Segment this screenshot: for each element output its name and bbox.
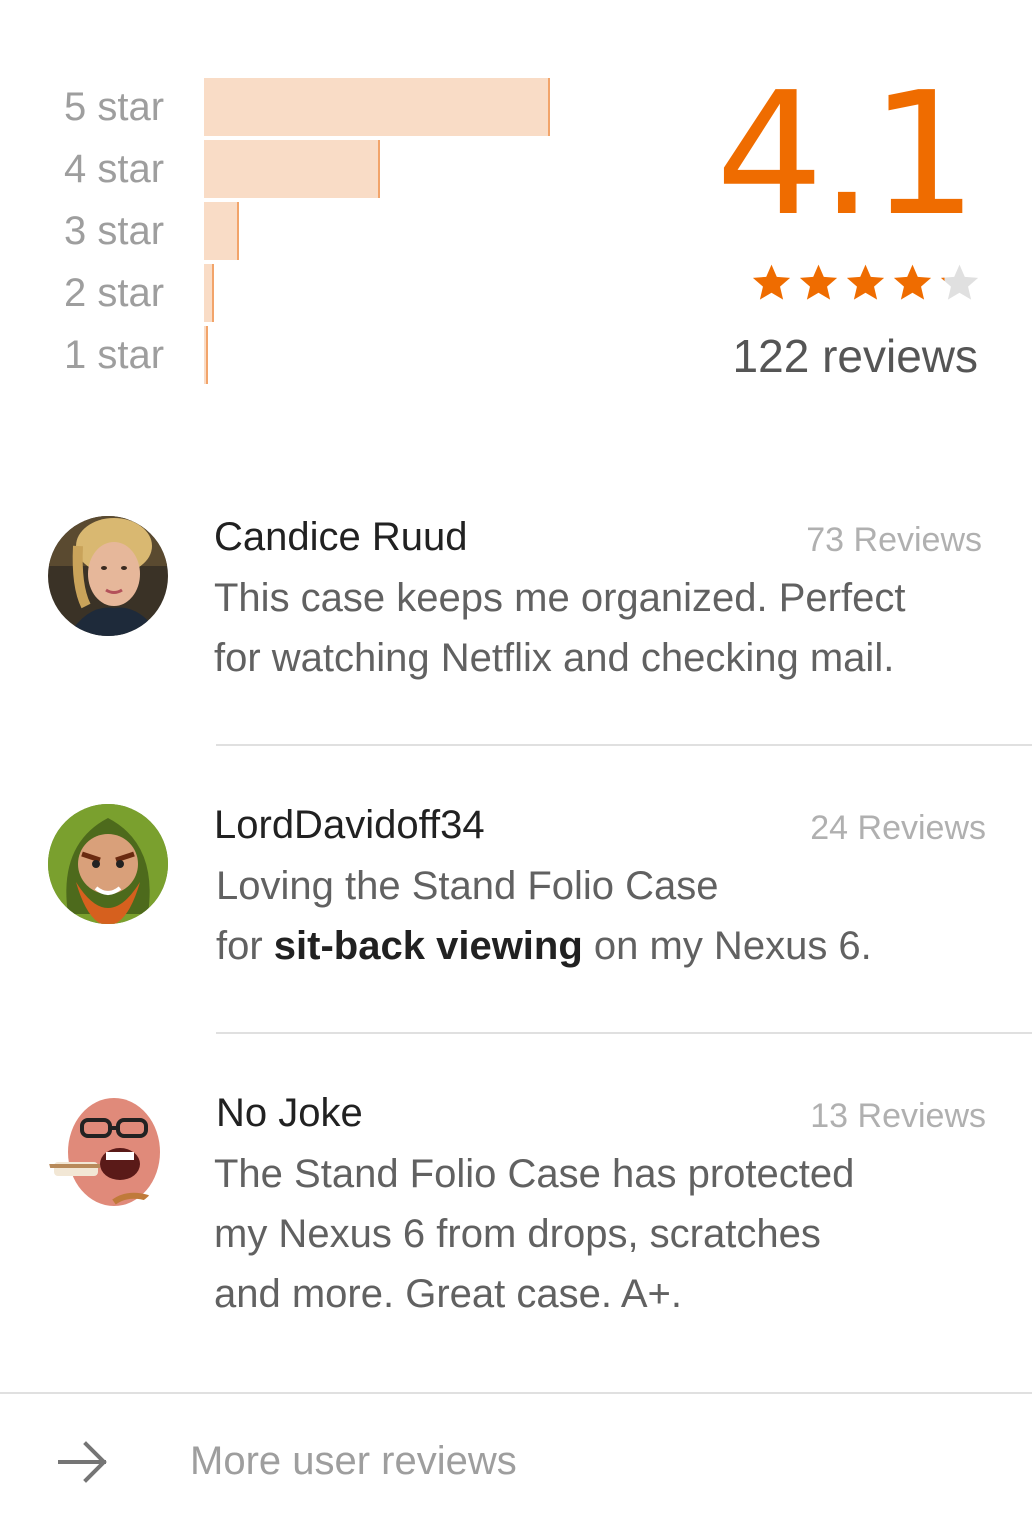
star-rating (751, 262, 980, 312)
review-text-line: for sit-back viewing on my Nexus 6. (216, 916, 1016, 976)
more-user-reviews-label[interactable]: More user reviews (190, 1436, 517, 1486)
total-reviews: 122 reviews (732, 330, 978, 382)
avatar (48, 516, 168, 636)
reviewer-review-count: 24 Reviews (810, 809, 986, 847)
star-icon (799, 264, 838, 300)
histogram-row-2: 2 star (0, 262, 600, 324)
histogram-label: 1 star (64, 333, 165, 377)
histogram-row-3: 3 star (0, 200, 600, 262)
review-text: The Stand Folio Case has protected my Ne… (214, 1152, 855, 1316)
histogram-label: 5 star (64, 85, 165, 129)
review-text-emphasis: sit-back viewing (273, 924, 583, 968)
average-rating: 4.1 (715, 56, 978, 254)
histogram-label: 4 star (64, 147, 165, 191)
histogram-bar (204, 140, 380, 198)
reviewer-name[interactable]: LordDavidoff34 (214, 800, 485, 850)
histogram-bar (204, 264, 214, 322)
histogram-bar (204, 78, 550, 136)
reviewer-review-count: 13 Reviews (810, 1097, 986, 1135)
histogram-bar (204, 202, 239, 260)
divider (216, 744, 1032, 746)
review-text: This case keeps me organized. Perfect fo… (214, 576, 906, 680)
histogram-row-4: 4 star (0, 138, 600, 200)
reviewer-name[interactable]: No Joke (216, 1088, 363, 1138)
histogram-row-5: 5 star (0, 76, 600, 138)
more-user-reviews-link[interactable]: More user reviews (0, 1392, 1032, 1536)
star-icon (752, 264, 791, 300)
review-text-segment: for (216, 924, 274, 968)
arrow-right-icon (58, 1441, 107, 1483)
star-icon (940, 264, 979, 300)
review-text-segment: on my Nexus 6. (582, 924, 872, 968)
divider (216, 1032, 1032, 1034)
star-icon (893, 264, 932, 300)
histogram-label: 3 star (64, 209, 165, 253)
histogram-row-1: 1 star (0, 324, 600, 386)
review-text-line: Loving the Stand Folio Case (216, 864, 719, 908)
reviewer-review-count: 73 Reviews (806, 521, 982, 559)
review-text: Loving the Stand Folio Case for sit-back… (216, 856, 1016, 976)
reviewer-name[interactable]: Candice Ruud (214, 512, 468, 562)
star-icon (846, 264, 885, 300)
rating-histogram: 5 star 4 star 3 star 2 star 1 star (0, 76, 600, 392)
histogram-label: 2 star (64, 271, 165, 315)
histogram-bar (204, 326, 208, 384)
avatar (48, 1092, 168, 1212)
avatar (48, 804, 168, 924)
